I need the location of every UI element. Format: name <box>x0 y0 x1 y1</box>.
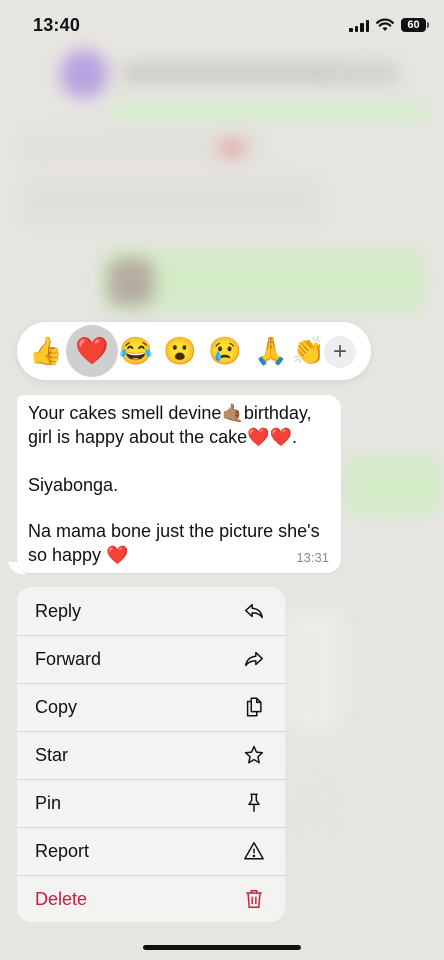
menu-item-report[interactable]: Report <box>17 827 285 875</box>
menu-item-delete[interactable]: Delete <box>17 875 285 922</box>
pin-icon <box>248 793 260 812</box>
menu-item-forward[interactable]: Forward <box>17 635 285 683</box>
menu-divider <box>17 875 285 876</box>
message-line: Na mama bone just the picture she's <box>28 521 320 541</box>
cellular-signal-icon <box>349 19 369 32</box>
menu-divider <box>17 779 285 780</box>
menu-item-pin[interactable]: Pin <box>17 779 285 827</box>
reaction-surprised[interactable]: 😮 <box>157 328 203 374</box>
message-line: Siyabonga. <box>28 475 119 495</box>
menu-divider <box>17 635 285 636</box>
trash-icon <box>246 890 262 908</box>
message-context-menu: Reply Forward Copy Star Pin Report Delet… <box>17 587 285 922</box>
copy-icon <box>246 697 262 717</box>
reaction-praying-hands[interactable]: 🙏 <box>248 328 294 374</box>
more-reactions-button[interactable]: + <box>324 336 356 368</box>
menu-divider <box>17 683 285 684</box>
message-timestamp: 13:31 <box>296 550 329 565</box>
reaction-laughing[interactable]: 😂 <box>113 328 159 374</box>
reaction-clapping[interactable]: 👏 <box>292 328 320 374</box>
menu-item-copy[interactable]: Copy <box>17 683 285 731</box>
menu-item-label: Reply <box>35 601 82 621</box>
message-bubble[interactable]: Your cakes smell devine🤙🏽birthday, girl … <box>17 395 341 573</box>
reply-icon <box>245 603 263 619</box>
menu-item-label: Star <box>35 745 69 765</box>
report-icon <box>244 842 264 860</box>
home-indicator[interactable] <box>143 945 301 950</box>
status-icons: 60 <box>349 18 429 32</box>
message-line: Your cakes smell devine🤙🏽birthday, <box>28 403 312 423</box>
status-time: 13:40 <box>33 15 81 35</box>
reaction-crying[interactable]: 😢 <box>202 328 248 374</box>
menu-divider <box>17 827 285 828</box>
menu-item-label: Forward <box>35 649 102 669</box>
star-icon <box>244 745 264 764</box>
message-line: so happy ❤️ <box>28 545 129 565</box>
menu-item-label: Pin <box>35 793 62 813</box>
menu-item-reply[interactable]: Reply <box>17 587 285 635</box>
menu-item-label: Delete <box>35 889 88 909</box>
battery-icon: 60 <box>401 18 429 32</box>
status-bar: 13:40 60 <box>0 0 444 54</box>
wifi-icon <box>376 18 394 31</box>
forward-icon <box>245 651 263 667</box>
menu-divider <box>17 731 285 732</box>
message-line: girl is happy about the cake❤️❤️. <box>28 427 297 447</box>
menu-item-label: Report <box>35 841 90 861</box>
reaction-picker: 👍 ❤️ 😂 😮 😢 🙏 👏 + <box>17 322 371 380</box>
menu-item-label: Copy <box>35 697 78 717</box>
reaction-heart-selected[interactable]: ❤️ <box>66 325 118 377</box>
reaction-thumbs-up[interactable]: 👍 <box>23 328 69 374</box>
menu-item-star[interactable]: Star <box>17 731 285 779</box>
